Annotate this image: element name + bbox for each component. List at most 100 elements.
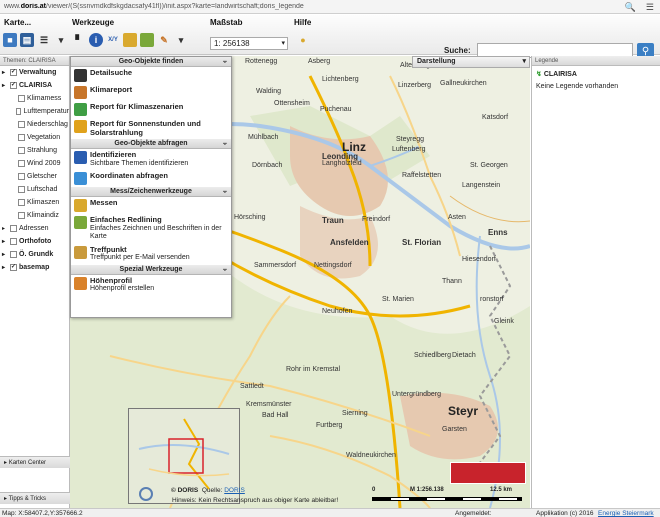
expand-icon[interactable]: ▸	[2, 225, 8, 232]
map-place-label: Raffelstetten	[402, 172, 442, 179]
layer-checkbox[interactable]	[18, 134, 25, 141]
coordinates-icon[interactable]: X/Y	[106, 33, 120, 47]
pin-icon[interactable]: ⨪	[223, 57, 227, 67]
layer-item[interactable]: ▸ ✓ Verwaltung	[0, 66, 69, 79]
menu-section-header: Mess/Zeichenwerkzeuge ⨪	[71, 187, 231, 197]
browser-url-bar[interactable]: www.doris.at/viewer/(S(ssnvmdkdfskgdacsa…	[0, 0, 660, 14]
layer-item[interactable]: Lufttemperatur	[0, 105, 69, 118]
map-place-label: Hörsching	[234, 214, 266, 221]
menu-item[interactable]: Identifizieren Sichtbare Themen identifiz…	[71, 149, 231, 170]
coordinates-readout: Map: X:58407.2,Y:357666.2	[2, 510, 83, 517]
expand-icon[interactable]: ▸	[2, 69, 8, 76]
map-place-label: Langholzfeld	[322, 160, 362, 167]
redlining-icon[interactable]	[140, 33, 154, 47]
tipps-button[interactable]: ▸ Tipps & Tricks	[0, 492, 70, 504]
list-icon[interactable]: ☰	[37, 33, 51, 47]
layer-checkbox[interactable]	[16, 108, 22, 115]
binoculars-icon	[74, 69, 87, 82]
layer-checkbox[interactable]	[18, 173, 25, 180]
help-icon[interactable]: ●	[296, 33, 310, 47]
map-place-label: Nettingsdorf	[314, 262, 352, 269]
layer-checkbox[interactable]	[18, 121, 25, 128]
energie-link[interactable]: Energie Steiermark	[598, 510, 654, 517]
expand-icon[interactable]: ▸	[2, 82, 8, 89]
map-place-label: St. Georgen	[470, 162, 508, 169]
expand-icon[interactable]: ▸	[2, 264, 8, 271]
menu-item[interactable]: Klimareport	[71, 84, 231, 101]
pin-icon[interactable]: ⨪	[223, 187, 227, 197]
layer-item[interactable]: Gletscher	[0, 170, 69, 183]
pin-icon[interactable]: ⨪	[223, 265, 227, 275]
layer-checkbox[interactable]	[18, 186, 25, 193]
scale-select[interactable]: 1: 256138 ▾	[210, 37, 288, 50]
layer-item[interactable]: Niederschlag	[0, 118, 69, 131]
layer-checkbox[interactable]	[18, 160, 25, 167]
menu-item[interactable]: Messen	[71, 197, 231, 214]
layer-label: Niederschlag	[27, 121, 68, 128]
layer-checkbox[interactable]	[18, 95, 25, 102]
layer-list: ▸ ✓ Verwaltung ▸ ✓ CLAIRISA Klimamess Lufttempe…	[0, 66, 69, 274]
url-domain: doris.at	[20, 3, 47, 10]
pencil-icon[interactable]: ✎	[157, 33, 171, 47]
search-icon[interactable]: 🔍	[625, 2, 636, 13]
layer-label: Wind 2009	[27, 160, 61, 167]
map-place-label: Kremsmünster	[246, 401, 292, 408]
layer-checkbox[interactable]	[10, 238, 17, 245]
menu-icon[interactable]: ☰	[646, 2, 654, 13]
menu-item[interactable]: Treffpunkt Treffpunkt per E-Mail versende…	[71, 244, 231, 265]
layer-checkbox[interactable]	[10, 251, 17, 258]
layer-label: Gletscher	[27, 173, 57, 180]
folder-icon[interactable]: ■	[3, 33, 17, 47]
darstellung-dropdown[interactable]: Darstellung ▾	[412, 56, 530, 68]
layer-item[interactable]: Vegetation	[0, 131, 69, 144]
karten-center-button[interactable]: ▸ Karten Center	[0, 456, 70, 468]
info-icon[interactable]: i	[89, 33, 103, 47]
layer-checkbox[interactable]	[18, 199, 25, 206]
expand-icon[interactable]: ▸	[2, 238, 8, 245]
map-place-label: Walding	[256, 88, 282, 95]
layer-checkbox[interactable]	[18, 212, 25, 219]
expand-icon[interactable]: ▸	[2, 251, 8, 258]
layer-item[interactable]: Wind 2009	[0, 157, 69, 170]
pin-icon[interactable]: ⨪	[223, 139, 227, 149]
layer-label: Strahlung	[27, 147, 57, 154]
werkzeuge-menu[interactable]: Werkzeuge	[72, 18, 114, 27]
layer-item[interactable]: ▸ Adressen	[0, 222, 69, 235]
layer-checkbox[interactable]	[10, 225, 17, 232]
scale-ratio: M 1:256.138	[410, 487, 444, 493]
chevron-down-icon[interactable]: ▾	[54, 33, 68, 47]
layer-item[interactable]: Luftschad	[0, 183, 69, 196]
credit-source-link[interactable]: DORIS	[224, 487, 245, 494]
menu-item-label: Einfaches Redlining	[90, 215, 162, 224]
menu-item-label: Höhenprofil	[90, 275, 133, 285]
layer-item[interactable]: Klimaszen	[0, 196, 69, 209]
layer-checkbox[interactable]: ✓	[10, 82, 17, 89]
binoculars-icon[interactable]: ▘	[72, 33, 86, 47]
save-icon[interactable]: ▤	[20, 33, 34, 47]
chevron-down-icon[interactable]: ▾	[174, 33, 188, 47]
ruler-icon[interactable]	[123, 33, 137, 47]
menu-item[interactable]: Detailsuche	[71, 67, 231, 84]
layer-label: Verwaltung	[19, 69, 57, 76]
menu-item[interactable]: Report für Klimaszenarien	[71, 101, 231, 118]
layer-item[interactable]: ▸ Orthofoto	[0, 235, 69, 248]
layer-checkbox[interactable]: ✓	[10, 264, 17, 271]
menu-item[interactable]: Koordinaten abfragen	[71, 170, 231, 187]
hilfe-menu[interactable]: Hilfe	[294, 18, 311, 27]
menu-item-text: Report für Klimaszenarien	[90, 102, 183, 112]
layer-item[interactable]: Klimamess	[0, 92, 69, 105]
menu-item[interactable]: Höhenprofil Höhenprofil erstellen	[71, 275, 231, 296]
menu-item[interactable]: Report für Sonnenstunden und Solarstrahl…	[71, 118, 231, 139]
map-place-label: ronstorf	[480, 296, 504, 303]
layer-checkbox[interactable]	[18, 147, 25, 154]
menu-item-text: Koordinaten abfragen	[90, 171, 168, 181]
karte-menu[interactable]: Karte...	[4, 18, 31, 27]
layer-item[interactable]: ▸ Ö. Grundk	[0, 248, 69, 261]
layer-item[interactable]: Klimaindiz	[0, 209, 69, 222]
layer-item[interactable]: Strahlung	[0, 144, 69, 157]
layer-checkbox[interactable]: ✓	[10, 69, 17, 76]
layer-item[interactable]: ▸ ✓ basemap	[0, 261, 69, 274]
layer-item[interactable]: ▸ ✓ CLAIRISA	[0, 79, 69, 92]
url-text[interactable]: www.doris.at/viewer/(S(ssnvmdkdfskgdacsa…	[4, 3, 604, 10]
menu-item[interactable]: Einfaches Redlining Einfaches Zeichnen un…	[71, 214, 231, 244]
